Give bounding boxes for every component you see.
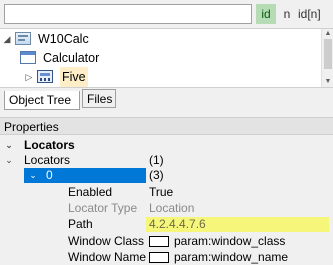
property-label: 0 (46, 168, 53, 182)
id-mode-button[interactable]: id (256, 4, 276, 24)
collapse-icon[interactable]: ⌄ (28, 168, 38, 183)
tree-node-label: W10Calc (38, 32, 89, 46)
search-input[interactable] (4, 4, 252, 24)
tree-node-w10calc[interactable]: ◢ W10Calc (2, 29, 89, 49)
property-value[interactable]: True (146, 185, 329, 200)
property-label: Locator Type (68, 201, 138, 215)
tree-scrollbar[interactable]: ▲ ▼ (321, 29, 333, 87)
property-value: (3) (149, 168, 164, 182)
search-bar: id n id[n] (0, 0, 333, 28)
object-tree-panel: ◢ W10Calc Calculator ▷ Five ▲ ▼ (0, 28, 333, 88)
tree-node-five[interactable]: ▷ Five (24, 67, 88, 87)
scroll-thumb[interactable] (324, 39, 332, 69)
property-grid: ⌄ Locators ⌄ Locators (1) ⌄ 0 (3) Enable… (0, 136, 333, 264)
property-row-locators[interactable]: ⌄ Locators (1) (0, 153, 333, 168)
calculator-app-icon (37, 70, 55, 84)
category-locators[interactable]: ⌄ Locators (0, 138, 333, 153)
property-row-locator-type[interactable]: Locator Type Location (0, 201, 333, 216)
properties-header: Properties (0, 117, 333, 135)
property-row-path[interactable]: Path 4.2.4.4.7.6 (0, 217, 333, 232)
property-row-window-class[interactable]: Window Class param:window_class (0, 234, 333, 249)
selection-highlight (24, 168, 146, 183)
tab-files[interactable]: Files (82, 89, 116, 108)
scroll-up-icon[interactable]: ▲ (322, 29, 333, 39)
collapse-icon[interactable]: ⌄ (4, 153, 14, 168)
collapse-icon[interactable]: ⌄ (4, 138, 14, 153)
property-value[interactable]: 4.2.4.4.7.6 (146, 217, 329, 232)
expander-expanded-icon[interactable]: ◢ (2, 29, 12, 49)
tree-node-label: Five (60, 67, 88, 87)
expander-collapsed-icon[interactable]: ▷ (24, 67, 34, 87)
property-row-enabled[interactable]: Enabled True (0, 185, 333, 200)
n-mode-button[interactable]: n (282, 4, 292, 24)
property-value: Location (149, 201, 195, 215)
property-label: Window Class (68, 234, 145, 248)
panel-tabs: Object Tree Files (0, 88, 333, 110)
scroll-down-icon[interactable]: ▼ (322, 77, 333, 87)
property-value: (1) (149, 153, 164, 167)
property-row-locator-0[interactable]: ⌄ 0 (3) (0, 168, 333, 183)
category-label: Locators (24, 138, 75, 152)
tree-node-label: Calculator (43, 51, 100, 65)
window-icon (20, 51, 38, 65)
tree-node-calculator[interactable]: Calculator (20, 48, 99, 68)
tree-root-icon (15, 32, 33, 46)
property-label: Path (68, 217, 93, 231)
property-value[interactable]: param:window_class (146, 234, 329, 249)
property-label: Locators (24, 153, 71, 167)
tab-object-tree[interactable]: Object Tree (4, 91, 80, 110)
property-grid-scrollbar[interactable] (329, 136, 333, 263)
idn-mode-button[interactable]: id[n] (298, 4, 330, 24)
property-label: Enabled (68, 185, 113, 199)
